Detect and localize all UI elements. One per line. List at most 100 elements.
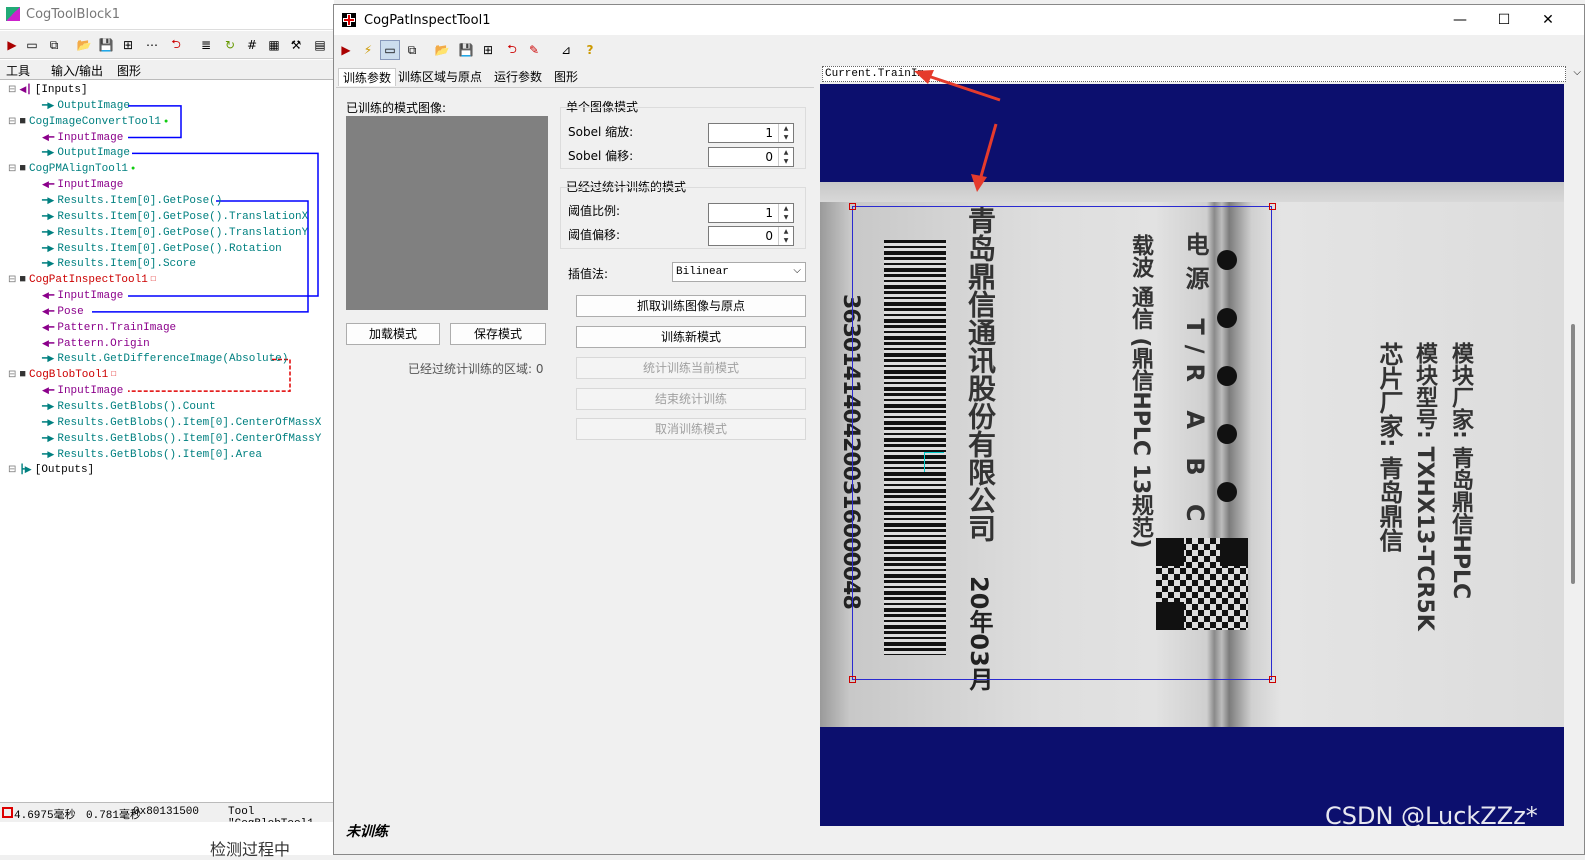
save-pattern-button[interactable]: 保存模式 — [450, 323, 546, 345]
tree-row[interactable]: ⊟ ◀┃ [Inputs] — [8, 82, 88, 98]
panel-icon[interactable]: ▤ — [310, 35, 330, 55]
run-icon[interactable]: ▶ — [2, 35, 22, 55]
expand-icon[interactable]: ⊟ — [8, 117, 16, 128]
reset-icon[interactable]: ⮌ — [166, 35, 186, 55]
vertical-scrollbar[interactable] — [1564, 84, 1584, 826]
maximize-button[interactable]: ☐ — [1482, 9, 1526, 31]
minimize-button[interactable]: — — [1438, 9, 1482, 31]
train-new-pattern-button[interactable]: 训练新模式 — [576, 326, 806, 348]
region-handle[interactable] — [849, 203, 856, 210]
load-pattern-button[interactable]: 加载模式 — [346, 323, 440, 345]
region-handle[interactable] — [1269, 676, 1276, 683]
expand-icon[interactable]: ⊟ — [8, 465, 16, 476]
database-icon[interactable]: ≣ — [196, 35, 216, 55]
open-icon[interactable]: 📂 — [432, 40, 452, 60]
tree-row[interactable]: ◀━ InputImage — [42, 130, 123, 146]
display-icon[interactable]: ▭ — [22, 35, 42, 55]
copy-icon[interactable]: ⧉ — [402, 40, 422, 60]
tree-row[interactable]: ━▶ Results.Item[0].GetPose() — [42, 193, 222, 209]
save-icon[interactable]: 💾 — [96, 35, 116, 55]
region-handle[interactable] — [849, 676, 856, 683]
number-icon[interactable]: # — [242, 35, 262, 55]
output-arrow-icon: ━▶ — [42, 259, 55, 270]
tree-row[interactable]: ━▶ Results.GetBlobs().Count — [42, 399, 216, 415]
tree-row[interactable]: ◀━ InputImage — [42, 288, 123, 304]
stat-train-current-button[interactable]: 统计训练当前模式 — [576, 357, 806, 379]
cancel-train-button[interactable]: 取消训练模式 — [576, 418, 806, 440]
open-icon[interactable]: 📂 — [74, 35, 94, 55]
tree-row[interactable]: ⊟ ┣▶ [Outputs] — [8, 462, 94, 478]
tree-row[interactable]: ⊟ ■ CogPMAlignTool1 ● — [8, 161, 135, 177]
spin-arrows-icon[interactable]: ▲ ▼ — [778, 204, 793, 222]
tree-row[interactable]: ⊟ ■ CogBlobTool1 □ — [8, 367, 116, 383]
tree-label: InputImage — [57, 179, 124, 192]
tree-row[interactable]: ━▶ Results.Item[0].Score — [42, 256, 196, 272]
expand-icon[interactable]: ⊟ — [8, 85, 16, 96]
tab-io[interactable]: 输入/输出 — [51, 62, 103, 79]
scrollbar-thumb[interactable] — [1571, 324, 1575, 584]
save-icon[interactable]: 💾 — [456, 40, 476, 60]
tab-tools[interactable]: 工具 — [6, 62, 30, 79]
close-button[interactable]: ✕ — [1526, 9, 1570, 31]
electric-run-icon[interactable]: ⚡ — [358, 40, 378, 60]
spin-arrows-icon[interactable]: ▲ ▼ — [778, 148, 793, 166]
spin-arrows-icon[interactable]: ▲ ▼ — [778, 124, 793, 142]
expand-icon[interactable]: ⊟ — [8, 164, 16, 175]
display-image-select[interactable]: Current.TrainIm ⌵ — [822, 66, 1581, 82]
threshold-scale-spinner[interactable]: 1 ▲ ▼ — [708, 203, 794, 223]
tree-row[interactable]: ━▶ OutputImage — [42, 145, 130, 161]
spin-arrows-icon[interactable]: ▲ ▼ — [778, 227, 793, 245]
copy-icon[interactable]: ⧉ — [44, 35, 64, 55]
tree-row[interactable]: ━▶ Results.Item[0].GetPose().Rotation — [42, 241, 282, 257]
grid-icon[interactable]: ▦ — [264, 35, 284, 55]
tab-graphics[interactable]: 图形 — [554, 68, 578, 85]
tree-row[interactable]: ━▶ Results.GetBlobs().Item[0].CenterOfMas… — [42, 415, 321, 431]
tab-strip: 工具 输入/输出 图形 — [0, 60, 334, 80]
tree-row[interactable]: ━▶ Result.GetDifferenceImage(Absolute) — [42, 351, 288, 367]
tab-train-params[interactable]: 训练参数 — [338, 68, 397, 86]
sobel-offset-spinner[interactable]: 0 ▲ ▼ — [708, 147, 794, 167]
threshold-offset-spinner[interactable]: 0 ▲ ▼ — [708, 226, 794, 246]
origin-marker[interactable] — [924, 452, 944, 472]
help-icon[interactable]: ? — [580, 40, 600, 60]
tree-row[interactable]: ━▶ Results.GetBlobs().Item[0].Area — [42, 447, 262, 463]
tree-row[interactable]: ◀━ InputImage — [42, 383, 123, 399]
region-handle[interactable] — [1269, 203, 1276, 210]
status-ok-icon: ● — [164, 117, 169, 126]
run-icon[interactable]: ▶ — [336, 40, 356, 60]
dots-icon[interactable]: ⋯ — [142, 35, 162, 55]
tree-row[interactable]: ⊟ ■ CogPatInspectTool1 □ — [8, 272, 156, 288]
tree-row[interactable]: ━▶ Results.Item[0].GetPose().TranslationY — [42, 225, 308, 241]
interp-select[interactable]: Bilinear ⌵ — [672, 262, 806, 282]
tree-icon[interactable]: ⊞ — [118, 35, 138, 55]
tree-row[interactable]: ◀━ Pattern.Origin — [42, 336, 150, 352]
tree-label: Results.Item[0].GetPose().Rotation — [57, 242, 282, 255]
tree-row[interactable]: ━▶ Results.Item[0].GetPose().TranslationX — [42, 209, 308, 225]
grab-train-image-button[interactable]: 抓取训练图像与原点 — [576, 295, 806, 317]
tree-row[interactable]: ◀━ Pose — [42, 304, 84, 320]
threshold-scale-value: 1 — [765, 206, 773, 220]
tree-row[interactable]: ⊟ ■ CogImageConvertTool1 ● — [8, 114, 168, 130]
reset-icon[interactable]: ⮌ — [502, 40, 522, 60]
tools-icon[interactable]: ⚒ — [286, 35, 306, 55]
tab-graphics[interactable]: 图形 — [117, 62, 141, 79]
tree-icon[interactable]: ⊞ — [478, 40, 498, 60]
train-region-box[interactable] — [852, 206, 1272, 680]
tree-row[interactable]: ━▶ Results.GetBlobs().Item[0].CenterOfMas… — [42, 431, 321, 447]
expand-icon[interactable]: ⊟ — [8, 370, 16, 381]
display-icon[interactable]: ▭ — [380, 40, 400, 60]
train-status: 未训练 — [346, 824, 388, 840]
end-stat-train-button[interactable]: 结束统计训练 — [576, 388, 806, 410]
sobel-scale-spinner[interactable]: 1 ▲ ▼ — [708, 123, 794, 143]
tree-row[interactable]: ◀━ InputImage — [42, 177, 123, 193]
measure-icon[interactable]: ⊿ — [556, 40, 576, 60]
tab-run-params[interactable]: 运行参数 — [494, 68, 542, 85]
tree-row[interactable]: ◀━ Pattern.TrainImage — [42, 320, 176, 336]
brush-icon[interactable]: ✎ — [524, 40, 544, 60]
image-display[interactable]: 3630141404200316000048 青岛鼎信通讯股份有限公司 20年0… — [820, 84, 1564, 826]
tab-train-region[interactable]: 训练区域与原点 — [398, 68, 482, 85]
expand-icon[interactable]: ⊟ — [8, 275, 16, 286]
refresh-icon[interactable]: ↻ — [220, 35, 240, 55]
tree-row[interactable]: ━▶ OutputImage — [42, 98, 130, 114]
tree-label: [Inputs] — [34, 84, 88, 96]
